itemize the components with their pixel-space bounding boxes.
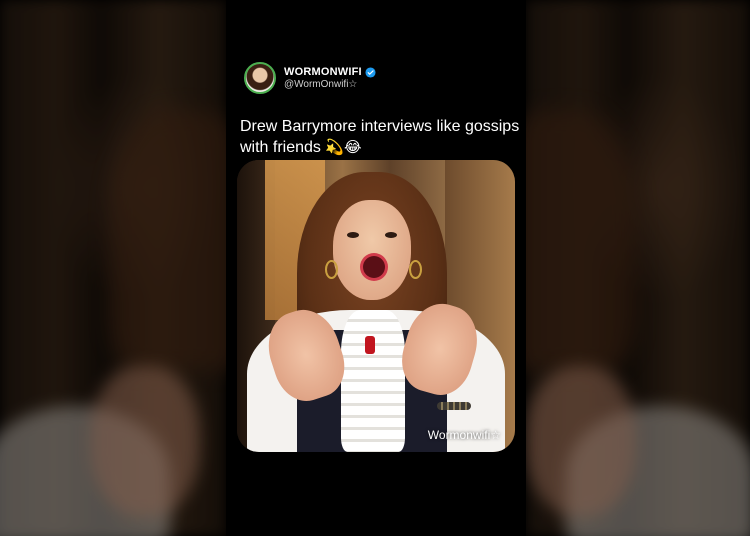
verified-badge-icon — [365, 67, 376, 78]
video-subject-mouth — [363, 256, 385, 278]
video-subject-eye-left — [347, 232, 359, 238]
video-watermark: Wormonwifi☆ — [427, 428, 501, 442]
display-name-row: WORMONWIFI — [284, 66, 376, 79]
post-author[interactable]: WORMONWIFI @WormOnwifi☆ — [244, 62, 376, 94]
caption-text: Drew Barrymore interviews like gossips w… — [240, 118, 520, 156]
blurred-background-left — [0, 0, 226, 536]
blurred-background-right — [526, 0, 750, 536]
post-caption: Drew Barrymore interviews like gossips w… — [240, 116, 520, 158]
video-subject-earring-right — [409, 260, 422, 279]
video-subject-bracelet — [437, 402, 471, 410]
video-subject-earring-left — [325, 260, 338, 279]
video-subject-face — [333, 200, 411, 300]
video-player[interactable]: Wormonwifi☆ — [237, 160, 515, 452]
display-name[interactable]: WORMONWIFI — [284, 66, 362, 79]
short-video-frame: WORMONWIFI @WormOnwifi☆ Drew Barrymore i… — [0, 0, 750, 536]
video-subject-pin — [365, 336, 375, 354]
avatar[interactable] — [244, 62, 276, 94]
video-subject-ruffle — [341, 310, 405, 452]
post-panel: WORMONWIFI @WormOnwifi☆ Drew Barrymore i… — [226, 0, 526, 536]
username[interactable]: @WormOnwifi☆ — [284, 79, 376, 91]
video-subject-eye-right — [385, 232, 397, 238]
caption-emojis: 💫😂 — [325, 138, 362, 156]
author-names: WORMONWIFI @WormOnwifi☆ — [284, 66, 376, 90]
